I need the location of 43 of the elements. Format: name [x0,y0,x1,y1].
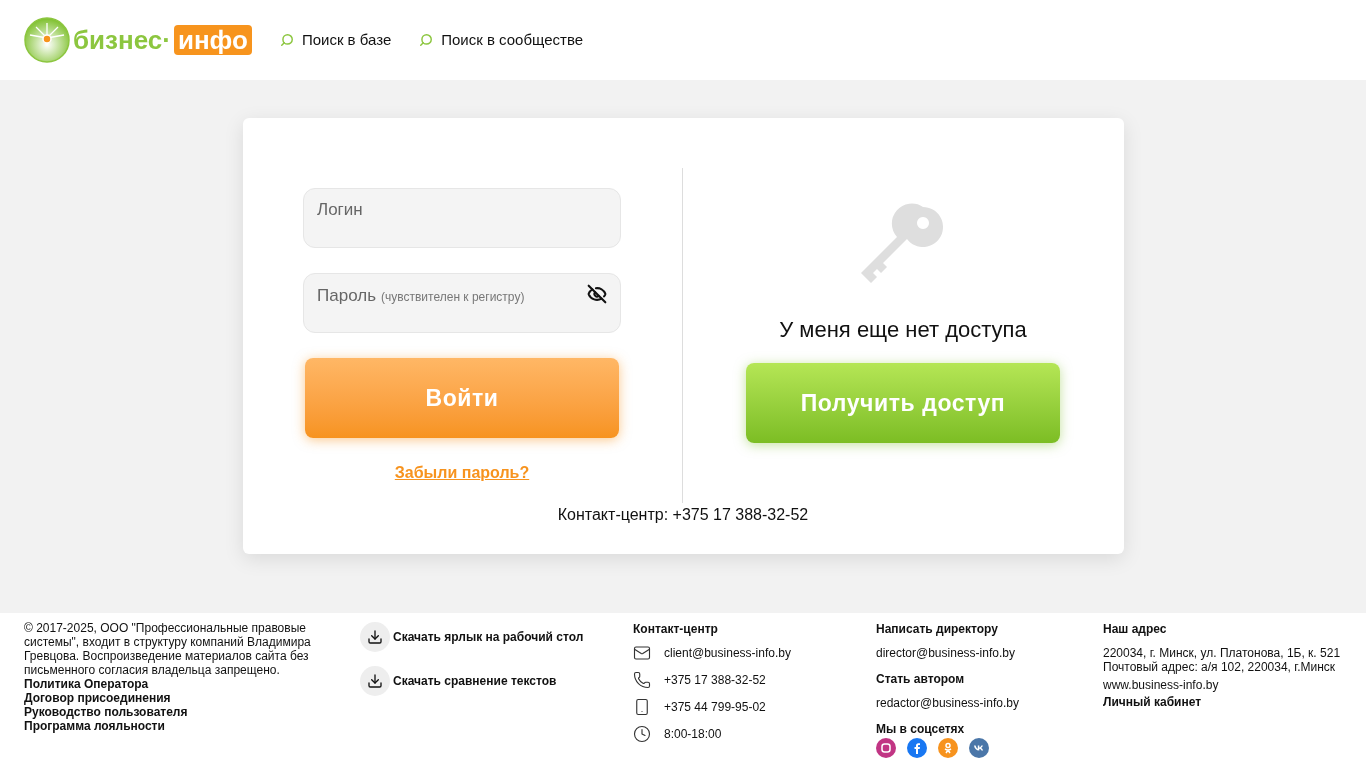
password-field[interactable]: Пароль (чувствителен к регистру) [303,273,621,333]
column-heading: Контакт-центр [633,622,719,636]
field-label: Пароль [317,285,376,307]
search-link[interactable]: Поиск в базе [279,28,392,52]
vk-icon[interactable] [969,738,989,758]
address-text: 220034, г. Минск, ул. Платонова, 1Б, к. 521 [1103,646,1342,660]
footer-link[interactable]: Договор присоединения [24,691,360,705]
footer-link[interactable]: Политика Оператора [24,677,360,691]
footer-link[interactable]: Программа лояльности [24,719,360,733]
contact-text[interactable]: +375 17 388-32-52 [664,673,766,687]
column-heading: Стать автором [876,672,966,686]
column-heading: Наш адрес [1103,622,1168,636]
account-link[interactable]: Личный кабинет [1103,695,1342,709]
website-link[interactable]: www.business-info.by [1103,678,1342,692]
download-icon [360,666,390,696]
field-label: Логин [317,200,363,219]
search-icon [279,33,294,47]
contact-text[interactable]: +375 44 799-95-02 [664,700,766,714]
address-text: Почтовый адрес: а/я 102, 220034, г.Минск [1103,660,1337,674]
email-link[interactable]: redactor@business-info.by [876,696,1103,710]
search-link[interactable]: Поиск в сообществе [419,28,584,52]
field-hint: (чувствителен к регистру) [381,289,525,306]
eye-crossed-icon[interactable] [587,284,607,304]
phone-icon [633,671,651,689]
column-heading: Мы в соцсетях [876,722,966,736]
contact-text: 8:00-18:00 [664,727,722,741]
footer-link[interactable]: Руководство пользователя [24,705,360,719]
contact-text[interactable]: client@business-info.by [664,646,791,660]
download-link[interactable]: Скачать сравнение текстов [360,666,633,696]
facebook-icon[interactable] [907,738,927,758]
no-access-text: У меня еще нет доступа [779,316,1027,344]
mail-icon [633,644,651,662]
search-icon [419,33,434,47]
download-icon [360,622,390,652]
instagram-icon[interactable] [876,738,896,758]
download-link[interactable]: Скачать ярлык на рабочий стол [360,622,633,652]
copyright-text: © 2017-2025, ООО "Профессиональные правовые системы", входит в структуру компаний Владимира Гревцова. Воспроизведение материалов сайта без письменного согласия владельца запрещено. [24,621,312,677]
login-field[interactable]: Логин [303,188,621,248]
email-link[interactable]: director@business-info.by [876,646,1103,660]
contact-center-text: Контакт-центр: +375 17 388-32-52 [557,505,809,525]
column-heading: Написать директору [876,622,999,636]
clock-icon [633,725,651,743]
mobile-phone-icon [633,698,651,716]
